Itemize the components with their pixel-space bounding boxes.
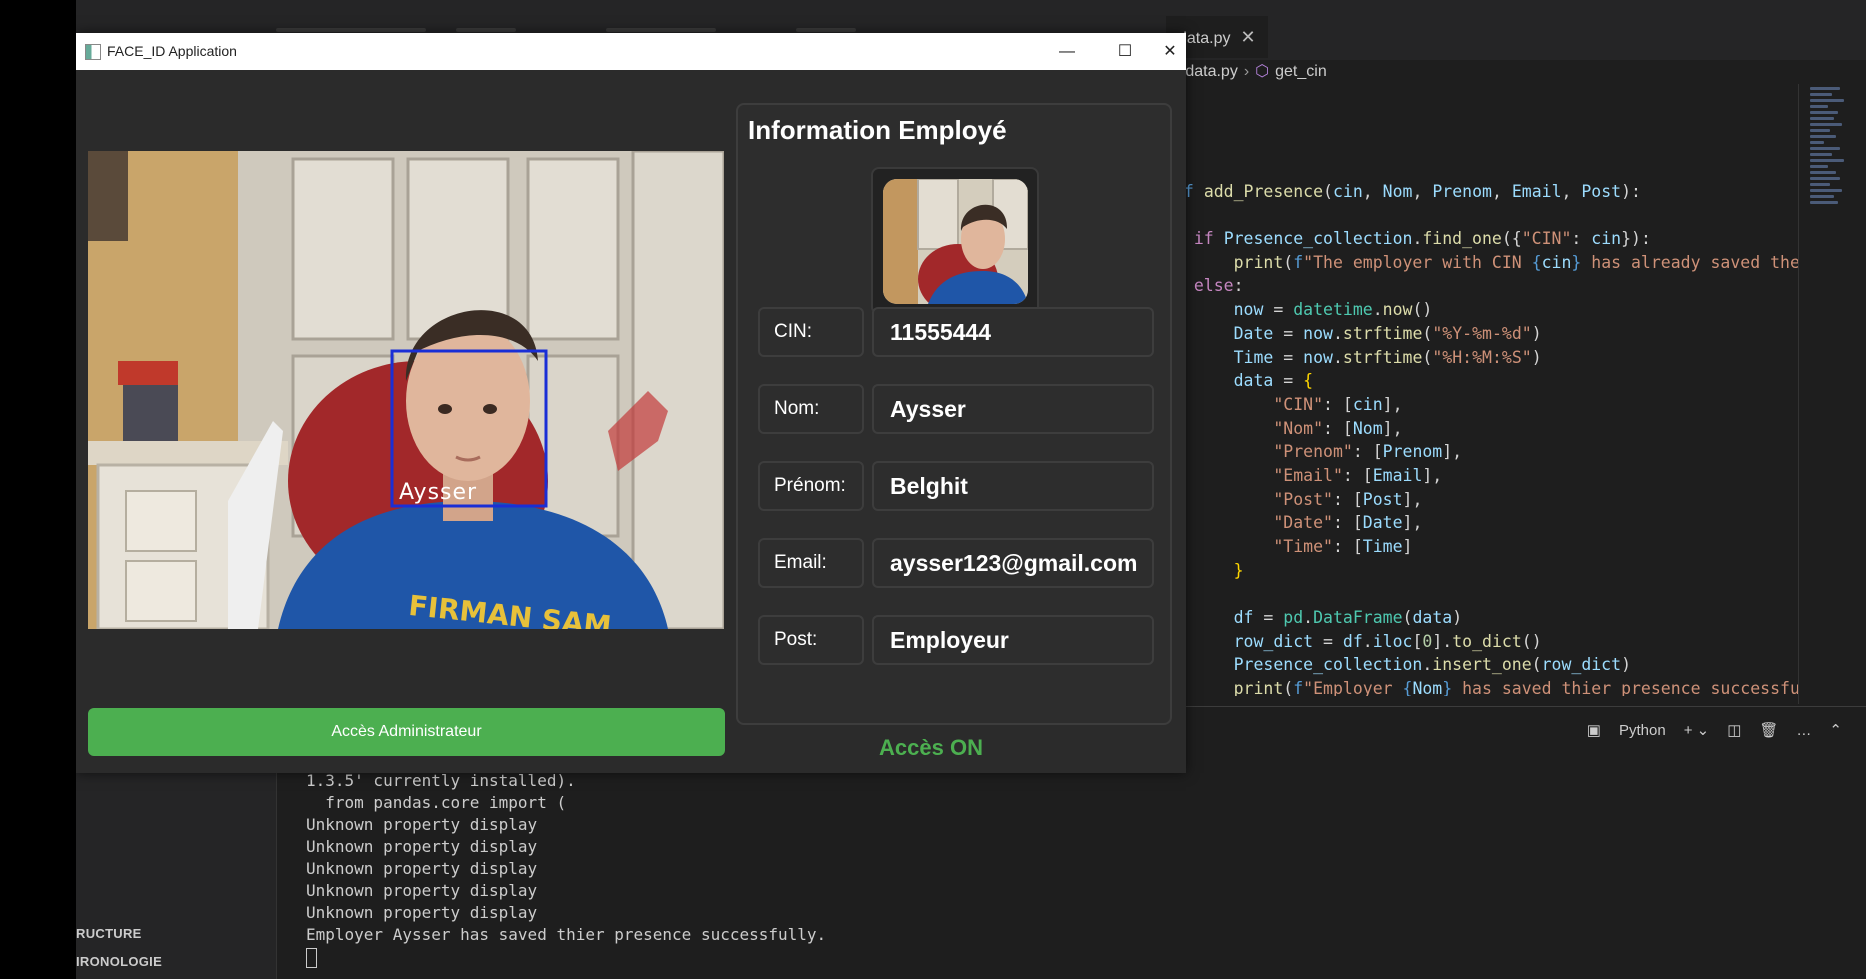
close-button[interactable]: ✕: [1154, 33, 1186, 70]
sidebar-section-structure[interactable]: RUCTURE: [76, 926, 142, 941]
admin-access-button[interactable]: Accès Administrateur: [88, 708, 725, 756]
employee-info-panel: Information Employé CIN: 11555444 Nom: A…: [736, 103, 1172, 725]
new-terminal-icon[interactable]: + ⌄: [1684, 721, 1710, 739]
method-icon: ⬡: [1255, 63, 1270, 80]
terminal-line: Unknown property display: [306, 903, 538, 922]
breadcrumb-symbol[interactable]: get_cin: [1275, 63, 1327, 80]
split-terminal-icon[interactable]: ◫: [1727, 721, 1741, 739]
terminal-language[interactable]: Python: [1619, 722, 1666, 739]
nom-label: Nom:: [758, 384, 864, 434]
chevron-up-icon[interactable]: ⌃: [1829, 721, 1842, 739]
email-label: Email:: [758, 538, 864, 588]
post-value: Employeur: [872, 615, 1154, 665]
terminal-line: from pandas.core import (: [306, 793, 567, 812]
nom-value: Aysser: [872, 384, 1154, 434]
title-bar[interactable]: FACE_ID Application — ☐ ✕: [76, 33, 1186, 70]
breadcrumb: t_data.py › ⬡ get_cin: [1172, 63, 1327, 80]
terminal-line: 1.3.5' currently installed).: [306, 771, 576, 790]
window-title: FACE_ID Application: [107, 43, 237, 59]
close-tab-icon[interactable]: ✕: [1240, 27, 1255, 47]
sidebar-section-timeline[interactable]: IRONOLOGIE: [76, 954, 162, 969]
terminal-line: Unknown property display: [306, 815, 538, 834]
field-row-nom: Nom: Aysser: [758, 384, 1158, 434]
cin-label: CIN:: [758, 307, 864, 357]
camera-image: FIRMAN SAM: [88, 151, 724, 629]
terminal-line: Employer Aysser has saved thier presence…: [306, 925, 827, 944]
code-area[interactable]: ef add_Presence(cin, Nom, Prenom, Email,…: [1174, 156, 1866, 696]
editor-scrollbar[interactable]: [1798, 84, 1799, 704]
terminal-line: Unknown property display: [306, 859, 538, 878]
prenom-value: Belghit: [872, 461, 1154, 511]
trash-icon[interactable]: 🗑: [1759, 721, 1778, 739]
minimize-button[interactable]: —: [1038, 33, 1096, 70]
camera-feed: FIRMAN SAM Aysser: [88, 151, 724, 629]
prenom-label: Prénom:: [758, 461, 864, 511]
maximize-button[interactable]: ☐: [1096, 33, 1154, 70]
face-recognition-label: Aysser: [399, 480, 478, 505]
terminal-toolbar: ▣ Python + ⌄ ◫ 🗑 … ⌃: [1160, 706, 1866, 757]
terminal-icon: ▣: [1586, 722, 1601, 739]
field-row-post: Post: Employeur: [758, 615, 1158, 665]
email-value: aysser123@gmail.com: [872, 538, 1154, 588]
more-icon[interactable]: …: [1796, 722, 1811, 739]
access-status: Accès ON: [879, 735, 983, 760]
terminal-line: Unknown property display: [306, 837, 538, 856]
field-row-cin: CIN: 11555444: [758, 307, 1158, 357]
cin-value: 11555444: [872, 307, 1154, 357]
info-title: Information Employé: [748, 115, 1007, 145]
employee-photo: [883, 179, 1028, 304]
app-icon: [85, 44, 101, 60]
post-label: Post:: [758, 615, 864, 665]
terminal-output[interactable]: 1.3.5' currently installed). from pandas…: [306, 770, 1206, 968]
face-id-window: FACE_ID Application — ☐ ✕ FIRMAN SAM Ays…: [76, 33, 1186, 773]
field-row-prenom: Prénom: Belghit: [758, 461, 1158, 511]
employee-photo-frame: [871, 167, 1039, 315]
terminal-line: Unknown property display: [306, 881, 538, 900]
terminal-cursor: [306, 947, 317, 968]
minimap[interactable]: [1810, 84, 1848, 324]
field-row-email: Email: aysser123@gmail.com: [758, 538, 1158, 588]
